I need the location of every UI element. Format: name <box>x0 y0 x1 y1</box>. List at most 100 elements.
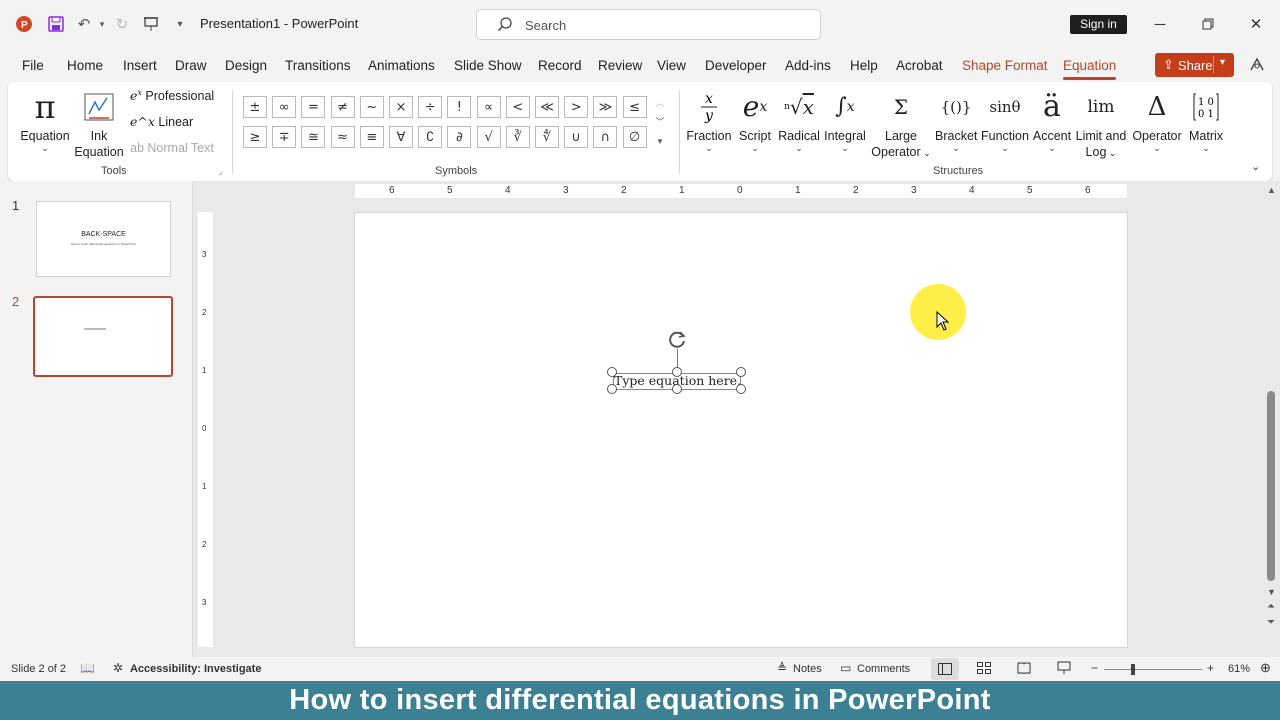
more-icon[interactable]: ▾ <box>653 132 667 151</box>
share-dropdown-icon[interactable]: ▾ <box>1220 57 1225 68</box>
fraction-button[interactable]: xy Fraction ⌄ <box>685 86 733 153</box>
symbol-button[interactable]: ≡ <box>359 126 384 148</box>
bracket-button[interactable]: {()} Bracket ⌄ <box>935 86 977 153</box>
accessibility-icon[interactable]: ✲ <box>113 661 123 675</box>
close-icon[interactable]: ✕ <box>1244 12 1268 36</box>
scroll-down-icon[interactable]: ▼ <box>1267 587 1276 597</box>
symbol-button[interactable]: ∀ <box>389 126 413 148</box>
collapse-ribbon-icon[interactable]: ⌄ <box>1251 160 1260 173</box>
slide-thumbnail-1[interactable]: BACK-SPACE How to insert differential eq… <box>36 201 171 277</box>
zoom-slider-thumb[interactable] <box>1131 664 1135 675</box>
redo-icon[interactable]: ↻ <box>112 14 132 34</box>
slide-sorter-view-icon[interactable] <box>977 662 991 677</box>
slide-canvas[interactable] <box>354 212 1128 648</box>
tab-design[interactable]: Design <box>225 58 267 73</box>
symbol-button[interactable]: √ <box>476 126 501 148</box>
notes-button[interactable]: Notes <box>793 663 822 675</box>
tab-draw[interactable]: Draw <box>175 58 207 73</box>
present-from-start-icon[interactable] <box>141 14 161 34</box>
symbol-button[interactable]: × <box>389 96 413 118</box>
dialog-launcher-icon[interactable]: ⌟ <box>218 166 222 177</box>
symbol-button[interactable]: ∝ <box>476 96 501 118</box>
tab-acrobat[interactable]: Acrobat <box>896 58 943 73</box>
matrix-button[interactable]: 1 00 1 Matrix ⌄ <box>1186 86 1226 153</box>
undo-icon[interactable]: ↶ <box>74 14 94 34</box>
symbol-button[interactable]: ! <box>447 96 472 118</box>
symbol-button[interactable]: ≈ <box>330 126 355 148</box>
customize-toolbar-icon[interactable]: ▾ <box>170 14 190 34</box>
tab-animations[interactable]: Animations <box>368 58 435 73</box>
symbol-button[interactable]: < <box>505 96 530 118</box>
next-slide-icon[interactable]: ⏷ <box>1267 617 1275 628</box>
symbol-button[interactable]: ≅ <box>301 126 326 148</box>
resize-handle[interactable] <box>736 384 746 394</box>
slide-thumbnail-2[interactable] <box>33 296 173 377</box>
operator-button[interactable]: Δ Operator ⌄ <box>1130 86 1184 153</box>
resize-handle[interactable] <box>607 384 617 394</box>
large-operator-button[interactable]: Σ Large Operator ⌄ <box>870 86 932 161</box>
symbol-button[interactable]: ≥ <box>243 126 267 148</box>
zoom-level[interactable]: 61% <box>1228 663 1250 675</box>
tab-equation[interactable]: Equation <box>1063 58 1117 80</box>
linear-button[interactable]: e^x Linear <box>130 114 193 129</box>
professional-button[interactable]: ex Professional <box>130 88 214 103</box>
scroll-up-icon[interactable]: ▲ <box>1267 185 1276 195</box>
scrollbar-thumb[interactable] <box>1267 391 1275 581</box>
comments-button[interactable]: Comments <box>857 663 910 675</box>
symbol-button[interactable]: ∞ <box>272 96 297 118</box>
symbol-button[interactable]: ∜ <box>535 126 559 148</box>
limit-and-log-button[interactable]: lim Limit and Log ⌄ <box>1074 86 1128 161</box>
previous-slide-icon[interactable]: ⏶ <box>1267 601 1275 612</box>
vertical-scrollbar[interactable]: ▲ ▼ ⏶ ⏷ <box>1264 181 1280 657</box>
zoom-slider[interactable] <box>1104 669 1202 670</box>
spelling-icon[interactable]: 📖 <box>80 661 95 675</box>
restore-icon[interactable] <box>1196 12 1220 36</box>
symbol-button[interactable]: ∪ <box>564 126 589 148</box>
tab-slide-show[interactable]: Slide Show <box>454 58 522 73</box>
symbol-button[interactable]: ∂ <box>447 126 472 148</box>
symbol-button[interactable]: > <box>564 96 589 118</box>
symbol-button[interactable]: ≠ <box>330 96 355 118</box>
tab-add-ins[interactable]: Add-ins <box>785 58 831 73</box>
undo-dropdown-icon[interactable]: ▾ <box>92 14 112 34</box>
share-button[interactable]: ⇪ Share ▾ <box>1155 53 1234 77</box>
zoom-in-icon[interactable]: + <box>1207 661 1214 675</box>
copilot-icon[interactable] <box>1248 56 1268 76</box>
sign-in-button[interactable]: Sign in <box>1070 15 1127 34</box>
rotate-handle-icon[interactable] <box>667 328 689 350</box>
normal-view-button[interactable] <box>931 658 959 680</box>
symbol-button[interactable]: = <box>301 96 326 118</box>
save-icon[interactable] <box>46 14 66 34</box>
function-button[interactable]: sinθ Function ⌄ <box>980 86 1030 153</box>
tab-developer[interactable]: Developer <box>705 58 767 73</box>
ink-equation-button[interactable]: Ink Equation <box>74 86 124 160</box>
tab-shape-format[interactable]: Shape Format <box>962 58 1048 73</box>
resize-handle[interactable] <box>736 367 746 377</box>
search-input[interactable]: Search <box>476 9 821 40</box>
tab-review[interactable]: Review <box>598 58 642 73</box>
fit-to-window-icon[interactable]: ⊕ <box>1260 660 1271 676</box>
tab-view[interactable]: View <box>657 58 686 73</box>
gallery-scroll[interactable]: ︿ ﹀ ▾ <box>653 94 667 154</box>
accent-button[interactable]: ä Accent ⌄ <box>1032 86 1072 153</box>
tab-file[interactable]: File <box>22 58 44 73</box>
symbol-button[interactable]: ≪ <box>535 96 559 118</box>
tab-insert[interactable]: Insert <box>123 58 157 73</box>
symbol-button[interactable]: ∁ <box>418 126 443 148</box>
equation-button[interactable]: π Equation ⌄ <box>18 86 72 153</box>
symbol-button[interactable]: ∩ <box>593 126 618 148</box>
scroll-down-icon[interactable]: ﹀ <box>653 113 667 132</box>
scroll-up-icon[interactable]: ︿ <box>653 94 667 113</box>
resize-handle[interactable] <box>672 367 682 377</box>
tab-record[interactable]: Record <box>538 58 582 73</box>
zoom-out-icon[interactable]: − <box>1091 661 1098 675</box>
resize-handle[interactable] <box>672 384 682 394</box>
symbol-button[interactable]: ∅ <box>622 126 647 148</box>
normal-text-button[interactable]: ab Normal Text <box>130 141 214 155</box>
symbol-button[interactable]: ≫ <box>593 96 618 118</box>
symbol-button[interactable]: ~ <box>359 96 384 118</box>
reading-view-icon[interactable] <box>1017 662 1031 677</box>
radical-button[interactable]: n √ x Radical ⌄ <box>777 86 821 153</box>
script-button[interactable]: ex Script ⌄ <box>735 86 775 153</box>
symbol-button[interactable]: ± <box>243 96 267 118</box>
